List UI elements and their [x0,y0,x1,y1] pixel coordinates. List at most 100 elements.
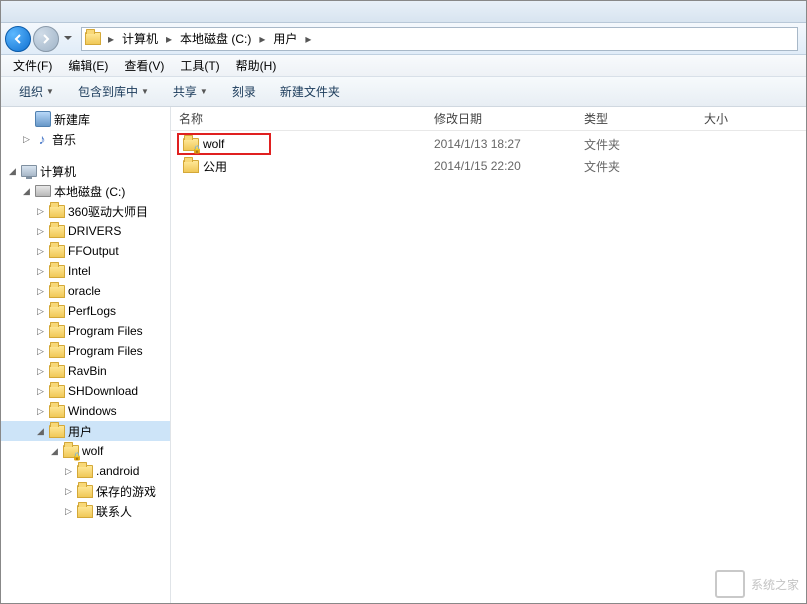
tree-item-computer[interactable]: ◢计算机 [1,161,170,181]
command-bar: 组织▼ 包含到库中▼ 共享▼ 刻录 新建文件夹 [1,77,806,107]
menu-help[interactable]: 帮助(H) [228,55,285,76]
expander-icon[interactable]: ▷ [35,326,46,337]
file-row[interactable]: 公用2014/1/15 22:20文件夹 [171,155,806,177]
folder-icon [49,363,65,379]
tree-item-folder[interactable]: ▷PerfLogs [1,301,170,321]
arrow-left-icon [12,33,24,45]
tool-share[interactable]: 共享▼ [163,80,218,103]
breadcrumb-separator[interactable]: ▸ [162,28,176,50]
tree-item-label: 保存的游戏 [96,483,156,500]
column-header-size[interactable]: 大小 [696,110,806,127]
menu-file[interactable]: 文件(F) [5,55,60,76]
expander-icon[interactable]: ▷ [63,486,74,497]
expander-icon[interactable]: ▷ [35,206,46,217]
expander-icon[interactable]: ◢ [21,186,32,197]
tree-item-music[interactable]: ▷♪音乐 [1,129,170,149]
expander-icon[interactable]: ▷ [35,366,46,377]
tree-item-folder[interactable]: ▷联系人 [1,501,170,521]
column-header-name[interactable]: 名称 [171,110,426,127]
window-titlebar [1,1,806,23]
breadcrumb-separator[interactable]: ▸ [255,28,269,50]
expander-icon[interactable]: ▷ [35,346,46,357]
menu-tools[interactable]: 工具(T) [172,55,227,76]
chevron-down-icon: ▼ [46,87,54,96]
tool-include-library[interactable]: 包含到库中▼ [68,80,159,103]
tree-item-folder[interactable]: ▷ SHDownload [1,381,170,401]
computer-icon [21,163,37,179]
tree-item-wolf[interactable]: ◢wolf [1,441,170,461]
tool-organize[interactable]: 组织▼ [9,80,64,103]
file-date: 2014/1/13 18:27 [426,137,576,151]
breadcrumb-users[interactable]: 用户 [269,28,301,50]
column-header-date[interactable]: 修改日期 [426,110,576,127]
tree-item-label: DRIVERS [68,224,121,238]
expander-icon[interactable]: ◢ [7,166,18,177]
folder-icon [49,223,65,239]
tree-item-label: 360驱动大师目 [68,203,148,220]
chevron-down-icon: ▼ [200,87,208,96]
address-bar[interactable]: ▸ 计算机 ▸ 本地磁盘 (C:) ▸ 用户 ▸ [81,27,798,51]
breadcrumb-separator[interactable]: ▸ [104,28,118,50]
file-name: 公用 [203,158,227,175]
tree-item-folder[interactable]: ▷ Windows [1,401,170,421]
expander-icon[interactable]: ▷ [35,226,46,237]
tool-burn[interactable]: 刻录 [222,80,266,103]
file-type: 文件夹 [576,136,696,153]
tree-item-folder[interactable]: ▷oracle [1,281,170,301]
expander-icon[interactable]: ▷ [35,266,46,277]
tree-item-folder[interactable]: ▷ 360驱动大师目 [1,201,170,221]
tree-item-label: Windows [68,404,117,418]
breadcrumb-label: 本地磁盘 (C:) [180,30,251,47]
tree-item-users[interactable]: ◢用户 [1,421,170,441]
tree-item-folder[interactable]: ▷ RavBin [1,361,170,381]
tree-item-new-library[interactable]: 新建库 [1,109,170,129]
menu-view[interactable]: 查看(V) [116,55,172,76]
expander-icon[interactable]: ▷ [21,134,32,145]
folder-icon [49,343,65,359]
expander-icon[interactable]: ▷ [35,406,46,417]
tree-item-folder[interactable]: ▷ 保存的游戏 [1,481,170,501]
music-icon: ♪ [35,132,49,146]
column-headers: 名称 修改日期 类型 大小 [171,107,806,131]
tree-item-folder[interactable]: ▷ FFOutput [1,241,170,261]
expander-icon[interactable]: ◢ [49,446,60,457]
file-list: wolf2014/1/13 18:27文件夹公用2014/1/15 22:20文… [171,131,806,603]
expander-icon[interactable]: ▷ [35,386,46,397]
tree-item-folder[interactable]: ▷Program Files [1,321,170,341]
menu-bar: 文件(F) 编辑(E) 查看(V) 工具(T) 帮助(H) [1,55,806,77]
tree-item-folder[interactable]: ▷Program Files [1,341,170,361]
expander-icon[interactable]: ▷ [35,246,46,257]
expander-icon[interactable]: ◢ [35,426,46,437]
tree-item-folder[interactable]: ▷ DRIVERS [1,221,170,241]
breadcrumb-drive[interactable]: 本地磁盘 (C:) [176,28,255,50]
nav-history-dropdown[interactable] [61,27,75,51]
tree-item-label: Intel [68,264,91,278]
file-row[interactable]: wolf2014/1/13 18:27文件夹 [171,133,806,155]
folder-icon [84,30,102,48]
folder-icon [77,463,93,479]
breadcrumb-separator[interactable]: ▸ [301,28,315,50]
tree-item-label: FFOutput [68,244,119,258]
tree-item-label: RavBin [68,364,107,378]
tool-new-folder[interactable]: 新建文件夹 [270,80,350,103]
column-header-type[interactable]: 类型 [576,110,696,127]
folder-icon [49,203,65,219]
tree-item-folder[interactable]: ▷.android [1,461,170,481]
expander-icon[interactable]: ▷ [35,306,46,317]
tree-item-folder[interactable]: ▷ Intel [1,261,170,281]
folder-icon [49,243,65,259]
folder-icon [49,283,65,299]
nav-forward-button[interactable] [33,26,59,52]
breadcrumb-computer[interactable]: 计算机 [118,28,162,50]
tree-item-label: SHDownload [68,384,138,398]
expander-icon[interactable]: ▷ [35,286,46,297]
file-list-pane: 名称 修改日期 类型 大小 wolf2014/1/13 18:27文件夹公用20… [171,107,806,603]
folder-icon [183,158,199,174]
expander-icon[interactable]: ▷ [63,466,74,477]
nav-back-button[interactable] [5,26,31,52]
menu-edit[interactable]: 编辑(E) [60,55,116,76]
folder-icon [49,263,65,279]
folder-icon [77,483,93,499]
tree-item-c-drive[interactable]: ◢本地磁盘 (C:) [1,181,170,201]
expander-icon[interactable]: ▷ [63,506,74,517]
